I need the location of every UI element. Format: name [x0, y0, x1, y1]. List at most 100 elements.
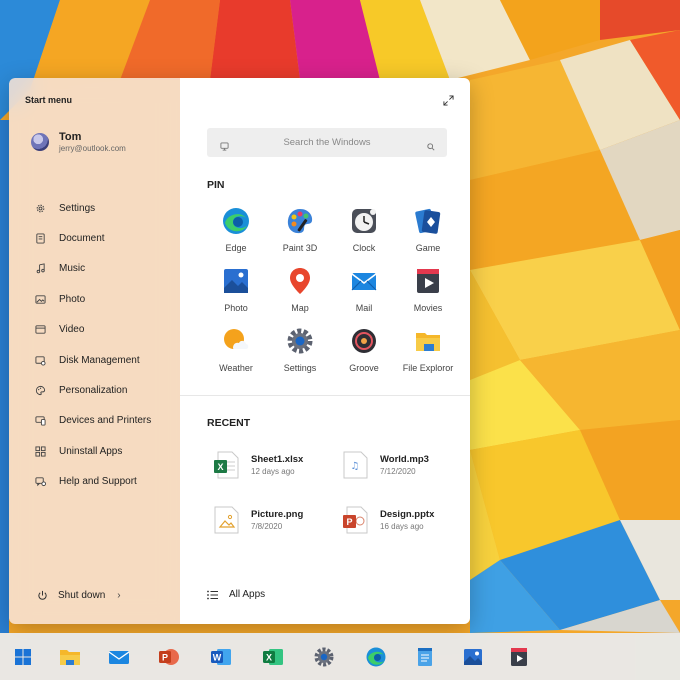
pinned-app-photo[interactable]: Photo: [204, 266, 268, 313]
pinned-app-weather[interactable]: Weather: [204, 326, 268, 373]
chevron-right-icon[interactable]: ›: [117, 590, 120, 601]
power-icon: [37, 590, 48, 601]
nav-item-label: Settings: [59, 202, 96, 214]
nav-item-disk-management[interactable]: Disk Management: [35, 345, 151, 375]
pinned-app-label: Weather: [219, 363, 253, 373]
pinned-app-label: Map: [291, 303, 309, 313]
excel-icon[interactable]: X: [262, 646, 284, 668]
pinned-app-label: Edge: [225, 243, 247, 253]
pinned-app-label: Mail: [355, 303, 373, 313]
nav-item-help-and-support[interactable]: Help and Support: [35, 467, 151, 497]
avatar[interactable]: [31, 133, 49, 151]
powerpoint-icon[interactable]: P: [158, 646, 180, 668]
file-meta: 16 days ago: [380, 522, 424, 531]
pinned-app-file-explorer[interactable]: File Exploror: [396, 326, 460, 373]
nav-item-label: Uninstall Apps: [59, 445, 123, 457]
nav-item-settings[interactable]: Settings: [35, 193, 151, 223]
start-menu-right-pane: Search the Windows PIN Edge Paint 3D Clo…: [180, 78, 470, 624]
pinned-app-label: Settings: [283, 363, 317, 373]
image-file-icon: [214, 506, 239, 534]
nav-item-music[interactable]: Music: [35, 254, 151, 284]
music-icon: [35, 263, 46, 274]
shutdown-button[interactable]: Shut down ›: [37, 590, 121, 601]
search-icon[interactable]: [427, 138, 435, 151]
nav-item-document[interactable]: Document: [35, 223, 151, 253]
pinned-app-game[interactable]: Game: [396, 206, 460, 253]
recent-file-design[interactable]: P Design.pptx 16 days ago: [342, 506, 434, 534]
pinned-app-edge[interactable]: Edge: [204, 206, 268, 253]
word-icon[interactable]: W: [210, 646, 232, 668]
monitor-icon: [220, 138, 229, 151]
nav-item-uninstall-apps[interactable]: Uninstall Apps: [35, 436, 151, 466]
groove-icon: [352, 329, 376, 353]
mail-icon[interactable]: [108, 646, 130, 668]
recent-file-sheet1[interactable]: X Sheet1.xlsx 12 days ago: [213, 451, 303, 479]
edge-icon[interactable]: [365, 646, 387, 668]
palette-icon: [35, 385, 46, 396]
pinned-app-settings[interactable]: Settings: [268, 326, 332, 373]
svg-text:P: P: [162, 653, 168, 663]
notepad-icon[interactable]: [414, 646, 436, 668]
expand-icon[interactable]: [443, 93, 454, 106]
file-meta: 7/12/2020: [380, 467, 416, 476]
nav-item-photo[interactable]: Photo: [35, 284, 151, 314]
recent-file-world[interactable]: ♫ World.mp3 7/12/2020: [342, 451, 429, 479]
search-input[interactable]: Search the Windows: [207, 137, 447, 148]
edge-icon: [223, 208, 249, 234]
excel-file-icon: X: [214, 451, 239, 479]
svg-text:♫: ♫: [351, 461, 360, 472]
user-name: Tom: [59, 131, 82, 143]
file-meta: 7/8/2020: [251, 522, 283, 531]
clock-icon: [352, 209, 376, 233]
photos-icon[interactable]: [462, 646, 484, 668]
paint3d-icon: [287, 209, 313, 234]
svg-text:X: X: [217, 462, 223, 472]
nav-item-label: Music: [59, 263, 86, 275]
pinned-app-map[interactable]: Map: [268, 266, 332, 313]
all-apps-label: All Apps: [229, 589, 266, 600]
audio-file-icon: ♫: [343, 451, 368, 479]
help-icon: [35, 476, 46, 487]
windows-logo-icon[interactable]: [12, 646, 34, 668]
search-box[interactable]: Search the Windows: [207, 128, 447, 157]
file-explorer-icon[interactable]: [59, 646, 81, 668]
powerpoint-file-icon: P: [343, 506, 368, 534]
nav-item-label: Document: [59, 233, 105, 245]
file-meta: 12 days ago: [251, 467, 295, 476]
nav-item-devices-and-printers[interactable]: Devices and Printers: [35, 406, 151, 436]
video-icon: [35, 324, 46, 335]
file-name: World.mp3: [380, 454, 429, 465]
svg-text:X: X: [266, 653, 272, 663]
taskbar: P W X: [0, 633, 680, 680]
document-icon: [35, 233, 46, 244]
pinned-app-clock[interactable]: Clock: [332, 206, 396, 253]
nav-item-personalization[interactable]: Personalization: [35, 375, 151, 405]
pinned-app-movies[interactable]: Movies: [396, 266, 460, 313]
shutdown-label: Shut down: [58, 590, 106, 601]
settings-icon[interactable]: [313, 646, 335, 668]
all-apps-button[interactable]: All Apps: [207, 589, 265, 600]
pinned-app-label: Movies: [413, 303, 443, 313]
gear-icon: [35, 203, 46, 214]
user-profile[interactable]: Tom jerry@outlook.com: [31, 131, 126, 153]
weather-icon: [224, 329, 249, 349]
file-name: Sheet1.xlsx: [251, 454, 304, 465]
nav-item-label: Help and Support: [59, 476, 137, 488]
map-icon: [290, 268, 310, 294]
pinned-app-label: Paint 3D: [282, 243, 318, 253]
pinned-app-mail[interactable]: Mail: [332, 266, 396, 313]
pinned-app-label: Photo: [224, 303, 248, 313]
nav-item-video[interactable]: Video: [35, 315, 151, 345]
pinned-app-groove[interactable]: Groove: [332, 326, 396, 373]
apps-icon: [35, 446, 46, 457]
photo-icon: [35, 294, 46, 305]
start-menu-left-pane: Start menu Tom jerry@outlook.com Setting…: [9, 78, 180, 624]
disk-icon: [35, 355, 46, 366]
pinned-app-paint3d[interactable]: Paint 3D: [268, 206, 332, 253]
recent-file-picture[interactable]: Picture.png 7/8/2020: [213, 506, 303, 534]
nav-item-label: Devices and Printers: [59, 415, 152, 427]
pin-section-title: PIN: [207, 179, 225, 191]
pinned-app-label: Game: [415, 243, 441, 253]
movies-icon[interactable]: [508, 646, 530, 668]
nav-item-label: Personalization: [59, 385, 128, 397]
